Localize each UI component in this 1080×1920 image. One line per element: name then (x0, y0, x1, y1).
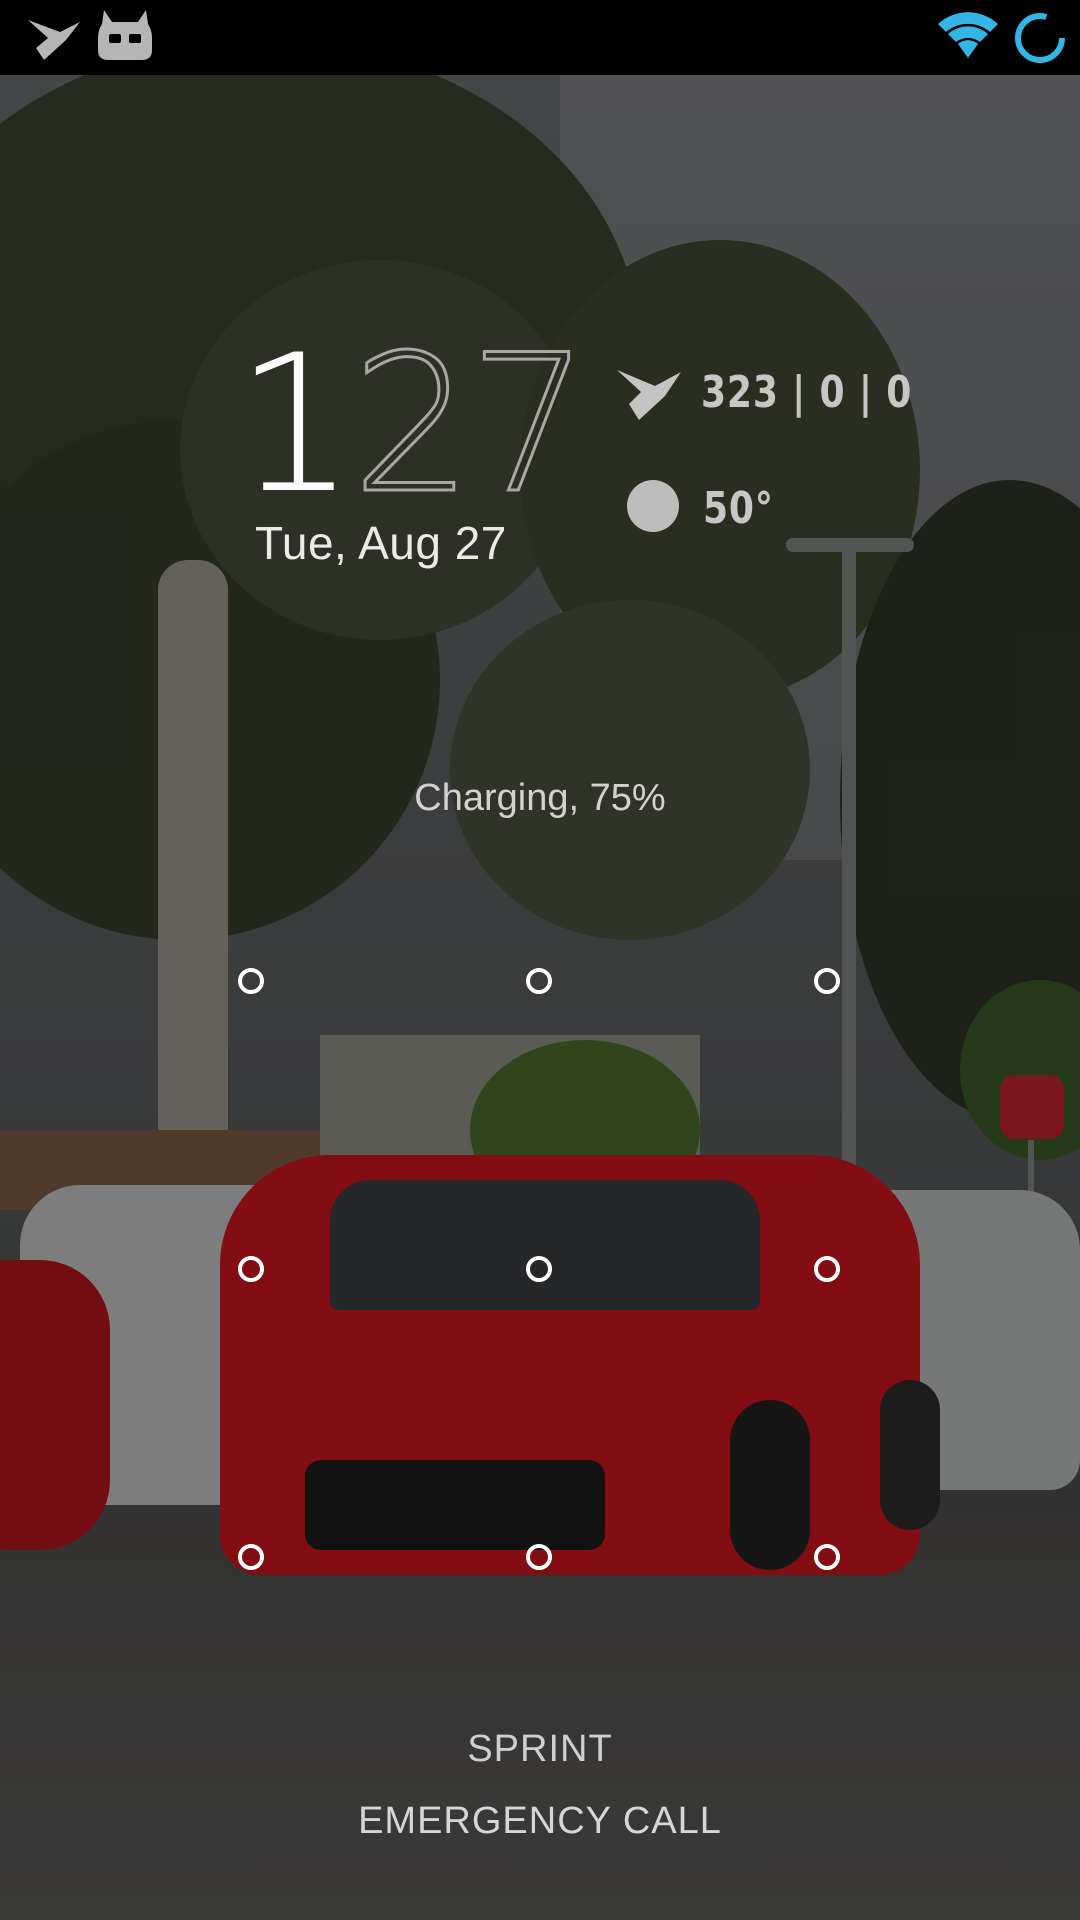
pattern-dot-2[interactable] (526, 968, 552, 994)
carrier-label: SPRINT (467, 1728, 613, 1770)
emergency-call-button[interactable]: EMERGENCY CALL (340, 1796, 740, 1847)
temperature: 50° (703, 483, 774, 534)
wifi-icon (936, 10, 1000, 67)
pattern-dot-1[interactable] (238, 968, 264, 994)
pattern-dot-6[interactable] (814, 1256, 840, 1282)
status-bar (0, 0, 1080, 75)
clock-minutes: 27 (350, 314, 591, 535)
lockscreen-wallpaper (0, 0, 1080, 1920)
pattern-dot-5[interactable] (526, 1256, 552, 1282)
notification-counts-text: 323 | 0 | 0 (701, 367, 913, 418)
lockscreen-clock: 127 (235, 328, 591, 521)
cyanogenmod-icon (96, 8, 154, 67)
moon-icon (625, 478, 681, 539)
pattern-dot-8[interactable] (526, 1544, 552, 1570)
notification-bird-icon (615, 364, 683, 427)
battery-status: Charging, 75% (414, 777, 666, 819)
sync-spinner-icon (1012, 10, 1068, 71)
weather-info: 50° (615, 478, 789, 539)
lockscreen-date: Tue, Aug 27 (255, 517, 507, 569)
pattern-dot-7[interactable] (238, 1544, 264, 1570)
pattern-dot-9[interactable] (814, 1544, 840, 1570)
pattern-dot-3[interactable] (814, 968, 840, 994)
clock-hour: 1 (235, 314, 356, 535)
notification-counts: 323 | 0 | 0 (615, 358, 959, 427)
notification-bird-icon (26, 14, 82, 67)
pattern-dot-4[interactable] (238, 1256, 264, 1282)
